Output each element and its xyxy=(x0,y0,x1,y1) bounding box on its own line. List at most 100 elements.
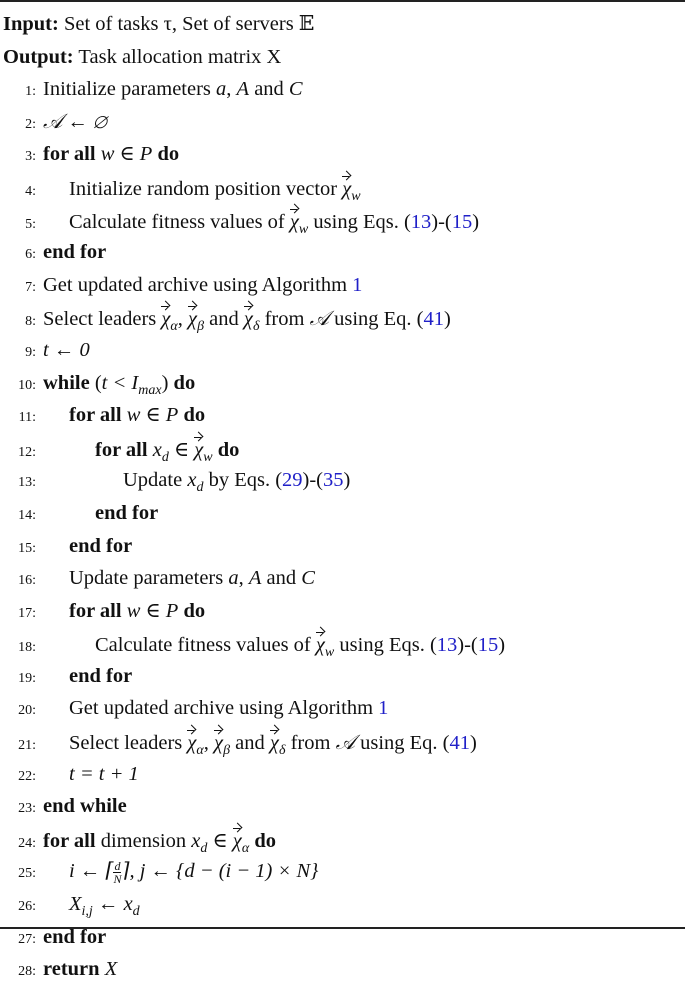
equation-reference-link[interactable]: 29 xyxy=(282,469,303,491)
text: using Eqs. ( xyxy=(308,210,411,233)
math: w ∈ P xyxy=(126,404,179,427)
math: ← x xyxy=(92,893,133,916)
equation-reference-link[interactable]: 15 xyxy=(478,634,499,656)
line-number: 25: xyxy=(18,866,36,882)
line-number: 15: xyxy=(18,540,36,556)
text: )-( xyxy=(431,210,452,233)
keyword: for all xyxy=(43,829,101,852)
math: a xyxy=(228,567,239,590)
equation-reference-link[interactable]: 13 xyxy=(437,634,458,656)
vector-chi: χ xyxy=(194,432,203,467)
algorithm-line: 26: Xi,j ← xd xyxy=(3,888,683,921)
math: ∈ xyxy=(207,829,233,852)
subscript: β xyxy=(197,319,205,335)
text: ) xyxy=(470,732,477,755)
text: Update xyxy=(123,469,188,492)
vector-chi: χ xyxy=(214,725,223,760)
line-number: 13: xyxy=(18,475,36,491)
math: t ← 0 xyxy=(43,338,90,361)
keyword: do xyxy=(249,829,276,852)
algorithm-lines: 1: Initialize parameters a, A and C 2: 𝒜 ← … xyxy=(3,73,683,986)
line-number: 10: xyxy=(18,377,36,393)
vector-chi: χ xyxy=(161,301,170,336)
text: , xyxy=(177,308,189,331)
line-number: 16: xyxy=(18,573,36,589)
math: w ∈ P xyxy=(100,143,153,166)
vector-chi: χ xyxy=(289,204,299,239)
subscript: α xyxy=(170,319,178,335)
text: ) xyxy=(498,634,506,657)
keyword: while xyxy=(43,371,95,394)
equation-reference-link[interactable]: 15 xyxy=(452,211,473,233)
subscript: d xyxy=(161,449,169,465)
algorithm-line: 25: i ← ⌈ d N ⌉, j ← {d − (i − 1) × N} xyxy=(3,855,683,888)
text: Select leaders xyxy=(69,732,188,755)
algorithm-line: 10: while (t < Imax) do xyxy=(3,367,683,400)
algorithm-line: 11: for all w ∈ P do xyxy=(3,399,683,432)
text: from xyxy=(259,308,310,331)
equation-reference-link[interactable]: 41 xyxy=(424,308,445,330)
math: C xyxy=(301,567,315,590)
keyword: do xyxy=(152,143,180,166)
text: and xyxy=(204,308,244,331)
keyword: for all xyxy=(43,143,101,166)
math: 𝒜 xyxy=(309,308,329,331)
top-rule xyxy=(0,0,685,2)
algorithm-line: 23: end while xyxy=(3,790,683,823)
algorithm-line: 19: end for xyxy=(3,660,683,693)
line-number: 3: xyxy=(25,149,36,165)
algorithm-line: 17: for all w ∈ P do xyxy=(3,595,683,628)
subscript: w xyxy=(298,221,309,237)
keyword: do xyxy=(168,371,196,394)
keyword: end for xyxy=(69,664,133,687)
output-text: Task allocation matrix X xyxy=(78,45,282,68)
text: from xyxy=(285,732,336,755)
algorithm-line: 9: t ← 0 xyxy=(3,334,683,367)
vector-chi: χ xyxy=(243,301,253,336)
math: a xyxy=(216,78,227,101)
algorithm-line: 21: Select leaders χα, χβ and χδ from 𝒜 u… xyxy=(3,725,683,758)
math: t < I xyxy=(101,371,139,394)
equation-reference-link[interactable]: 1 xyxy=(352,274,362,296)
algorithm-line: 8: Select leaders χα, χβ and χδ from 𝒜 us… xyxy=(3,301,683,334)
text: Update parameters xyxy=(69,567,229,590)
output-label: Output: xyxy=(3,45,74,68)
algorithm-line: 28: return X xyxy=(3,953,683,986)
text: )-( xyxy=(457,634,478,657)
vector-chi: χ xyxy=(269,725,279,760)
math: x xyxy=(191,829,201,852)
keyword: end for xyxy=(95,501,159,524)
math: X xyxy=(104,958,118,981)
subscript: w xyxy=(203,449,213,465)
algorithm-line: 4: Initialize random position vector χw xyxy=(3,171,683,204)
equation-reference-link[interactable]: 35 xyxy=(323,469,344,491)
output-line: Output: Task allocation matrix X xyxy=(3,41,683,74)
math: A xyxy=(236,78,250,101)
equation-reference-link[interactable]: 41 xyxy=(450,732,471,754)
algorithm-line: 2: 𝒜 ← ∅ xyxy=(3,106,683,139)
algorithm-line: 14: end for xyxy=(3,497,683,530)
keyword: return xyxy=(43,958,105,981)
text: Calculate fitness values of xyxy=(69,210,290,233)
text: Calculate fitness values of xyxy=(95,634,316,657)
text: using Eq. ( xyxy=(354,732,450,755)
line-number: 19: xyxy=(18,670,36,686)
text: )-( xyxy=(302,469,323,492)
line-number: 17: xyxy=(18,605,36,621)
text: and xyxy=(230,732,270,755)
text: using Eqs. ( xyxy=(334,634,437,657)
algorithm-line: 12: for all xd ∈ χw do xyxy=(3,432,683,465)
equation-reference-link[interactable]: 1 xyxy=(378,697,388,719)
equation-reference-link[interactable]: 13 xyxy=(411,211,432,233)
line-number: 6: xyxy=(25,247,36,263)
algorithm-line: 15: end for xyxy=(3,530,683,563)
vector-chi: χ xyxy=(188,301,197,336)
text: ( xyxy=(94,371,102,394)
math: i ← ⌈ xyxy=(69,860,114,883)
subscript: β xyxy=(223,743,231,759)
math: 𝒜 ← ∅ xyxy=(43,110,107,133)
text: dimension xyxy=(100,829,192,852)
subscript: i,j xyxy=(81,904,93,920)
math: A xyxy=(248,567,262,590)
vector-chi: χ xyxy=(342,171,351,206)
